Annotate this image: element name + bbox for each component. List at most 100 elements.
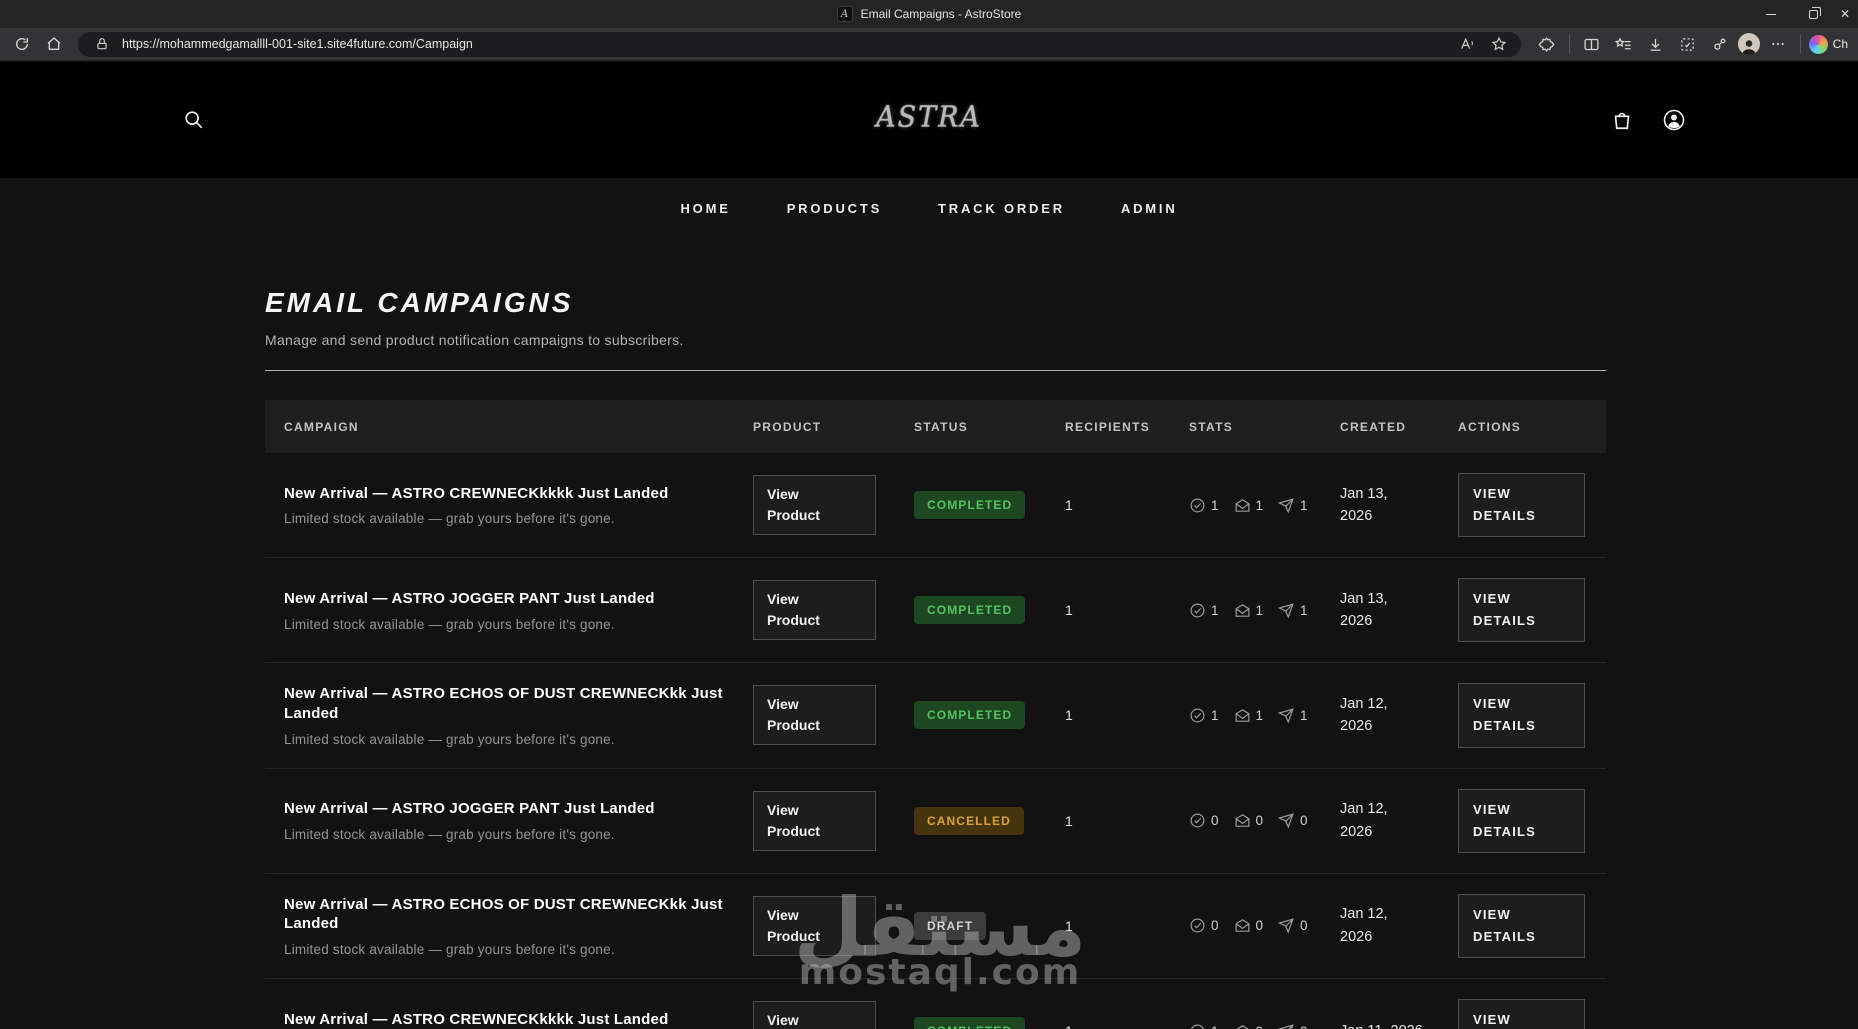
copilot-icon — [1808, 34, 1828, 54]
nav-link-track-order[interactable]: TRACK ORDER — [938, 201, 1065, 216]
stats-cell: 0 0 0 — [1189, 812, 1340, 829]
copilot-button[interactable]: Ch — [1808, 34, 1848, 54]
view-details-button[interactable]: VIEW DETAILS — [1458, 578, 1585, 643]
reload-button[interactable] — [8, 31, 36, 57]
stats-cell: 1 0 0 — [1189, 1023, 1340, 1029]
mail-open-icon — [1235, 919, 1249, 933]
nav-link-admin[interactable]: ADMIN — [1121, 201, 1178, 216]
stat-value: 1 — [1211, 497, 1219, 513]
minimize-button[interactable] — [1750, 0, 1792, 28]
stat-value: 1 — [1211, 1024, 1219, 1029]
cart-bag-icon[interactable] — [1608, 106, 1636, 134]
nav-link-home[interactable]: HOME — [680, 201, 730, 216]
view-details-button[interactable]: VIEW DETAILS — [1458, 788, 1585, 853]
stat-value: 1 — [1255, 707, 1264, 723]
view-product-button[interactable]: View Product — [753, 580, 876, 641]
view-product-button[interactable]: View Product — [753, 895, 876, 956]
view-product-button[interactable]: View Product — [753, 790, 876, 851]
stat-value: 0 — [1211, 813, 1219, 829]
status-badge: COMPLETED — [914, 1017, 1026, 1029]
check-circle-icon — [1190, 603, 1205, 618]
campaign-subtitle: Limited stock available — grab yours bef… — [284, 942, 615, 958]
view-product-button[interactable]: View Product — [753, 1001, 876, 1029]
stat-delivered: 1 — [1189, 497, 1219, 514]
status-badge: DRAFT — [914, 911, 987, 940]
check-circle-icon — [1190, 498, 1205, 513]
view-details-button[interactable]: VIEW DETAILS — [1458, 998, 1585, 1029]
mail-open-icon — [1235, 709, 1249, 722]
campaign-title: New Arrival — ASTRO CREWNECKkkkk Just La… — [284, 1010, 669, 1028]
table-row: New Arrival — ASTRO ECHOS OF DUST CREWNE… — [265, 873, 1606, 979]
stat-value: 0 — [1256, 1024, 1264, 1029]
view-details-button[interactable]: VIEW DETAILS — [1458, 473, 1585, 538]
check-circle-icon — [1190, 918, 1205, 933]
stat-delivered: 1 — [1189, 602, 1219, 619]
send-icon — [1278, 708, 1294, 724]
page-subtitle: Manage and send product notification cam… — [265, 332, 684, 348]
campaign-title: New Arrival — ASTRO ECHOS OF DUST CREWNE… — [284, 895, 723, 933]
created-date: Jan 12, 2026 — [1340, 696, 1388, 735]
column-header-recipients: RECIPIENTS — [1065, 419, 1151, 434]
split-screen-icon[interactable] — [1578, 31, 1606, 57]
stat-value: 0 — [1300, 918, 1308, 934]
campaign-subtitle: Limited stock available — grab yours bef… — [284, 616, 615, 632]
created-date: Jan 13, 2026 — [1340, 485, 1388, 525]
check-circle-icon — [1190, 1024, 1205, 1029]
downloads-icon[interactable] — [1642, 31, 1670, 57]
url-text[interactable]: https://mohammedgamallll-001-site1.site4… — [122, 37, 1447, 51]
address-bar[interactable]: https://mohammedgamallll-001-site1.site4… — [78, 31, 1521, 57]
home-button[interactable] — [40, 31, 68, 57]
view-product-button[interactable]: View Product — [753, 685, 876, 746]
column-header-status: STATUS — [914, 419, 969, 434]
stat-opened: 0 — [1234, 812, 1263, 829]
status-badge: CANCELLED — [914, 806, 1024, 835]
campaign-subtitle: Limited stock available — grab yours bef… — [284, 827, 615, 843]
lock-icon[interactable] — [90, 33, 114, 55]
campaigns-table: CAMPAIGN PRODUCT STATUS RECIPIENTS STATS CREA… — [265, 400, 1606, 1029]
browser-window: A Email Campaigns - AstroStore ✕ https:/… — [0, 0, 1858, 1029]
nav-link-products[interactable]: PRODUCTS — [787, 201, 882, 216]
stat-sent: 0 — [1278, 917, 1308, 934]
column-header-product: PRODUCT — [753, 419, 822, 434]
recipients-count: 1 — [1065, 497, 1073, 514]
view-details-button[interactable]: VIEW DETAILS — [1458, 893, 1585, 958]
stat-sent: 1 — [1278, 602, 1308, 619]
stat-sent: 1 — [1278, 497, 1308, 514]
site-header: ASTRA — [0, 62, 1858, 178]
account-icon[interactable] — [1660, 106, 1688, 134]
mail-open-icon — [1235, 1024, 1249, 1029]
page-title: EMAIL CAMPAIGNS — [265, 287, 574, 318]
more-menu-icon[interactable] — [1764, 31, 1792, 57]
stat-value: 1 — [1211, 707, 1219, 723]
campaign-title: New Arrival — ASTRO CREWNECKkkkk Just La… — [284, 484, 669, 502]
campaign-title: New Arrival — ASTRO ECHOS OF DUST CREWNE… — [284, 685, 723, 722]
table-header: CAMPAIGN PRODUCT STATUS RECIPIENTS STATS CREA… — [265, 400, 1606, 453]
main-content: EMAIL CAMPAIGNS Manage and send product … — [265, 287, 1606, 1029]
screenshot-icon[interactable] — [1674, 31, 1702, 57]
view-product-button[interactable]: View Product — [753, 475, 876, 536]
restore-button[interactable] — [1792, 0, 1834, 28]
recipients-count: 1 — [1065, 707, 1073, 724]
profile-avatar[interactable] — [1737, 33, 1760, 55]
stat-value: 0 — [1211, 918, 1219, 934]
view-details-button[interactable]: VIEW DETAILS — [1458, 683, 1585, 748]
stat-value: 1 — [1300, 497, 1308, 513]
favorite-star-icon[interactable] — [1487, 33, 1511, 55]
stat-value: 1 — [1255, 497, 1264, 513]
collections-icon[interactable] — [1610, 31, 1638, 57]
browser-essentials-icon[interactable] — [1533, 31, 1561, 57]
stats-cell: 1 1 1 — [1189, 707, 1340, 724]
table-row: New Arrival — ASTRO JOGGER PANT Just Lan… — [265, 558, 1606, 664]
created-date: Jan 12, 2026 — [1340, 801, 1388, 840]
read-aloud-icon[interactable] — [1455, 33, 1479, 55]
stat-opened: 1 — [1234, 497, 1264, 514]
people-icon[interactable] — [1706, 31, 1734, 57]
stat-opened: 1 — [1234, 707, 1264, 724]
divider — [265, 370, 1606, 371]
check-circle-icon — [1190, 813, 1205, 828]
site-logo[interactable]: ASTRA — [0, 101, 1858, 134]
close-button[interactable]: ✕ — [1834, 0, 1858, 28]
table-row: New Arrival — ASTRO CREWNECKkkkk Just La… — [265, 453, 1606, 559]
site-favicon-icon: A — [836, 6, 853, 22]
column-header-actions: ACTIONS — [1458, 419, 1522, 434]
